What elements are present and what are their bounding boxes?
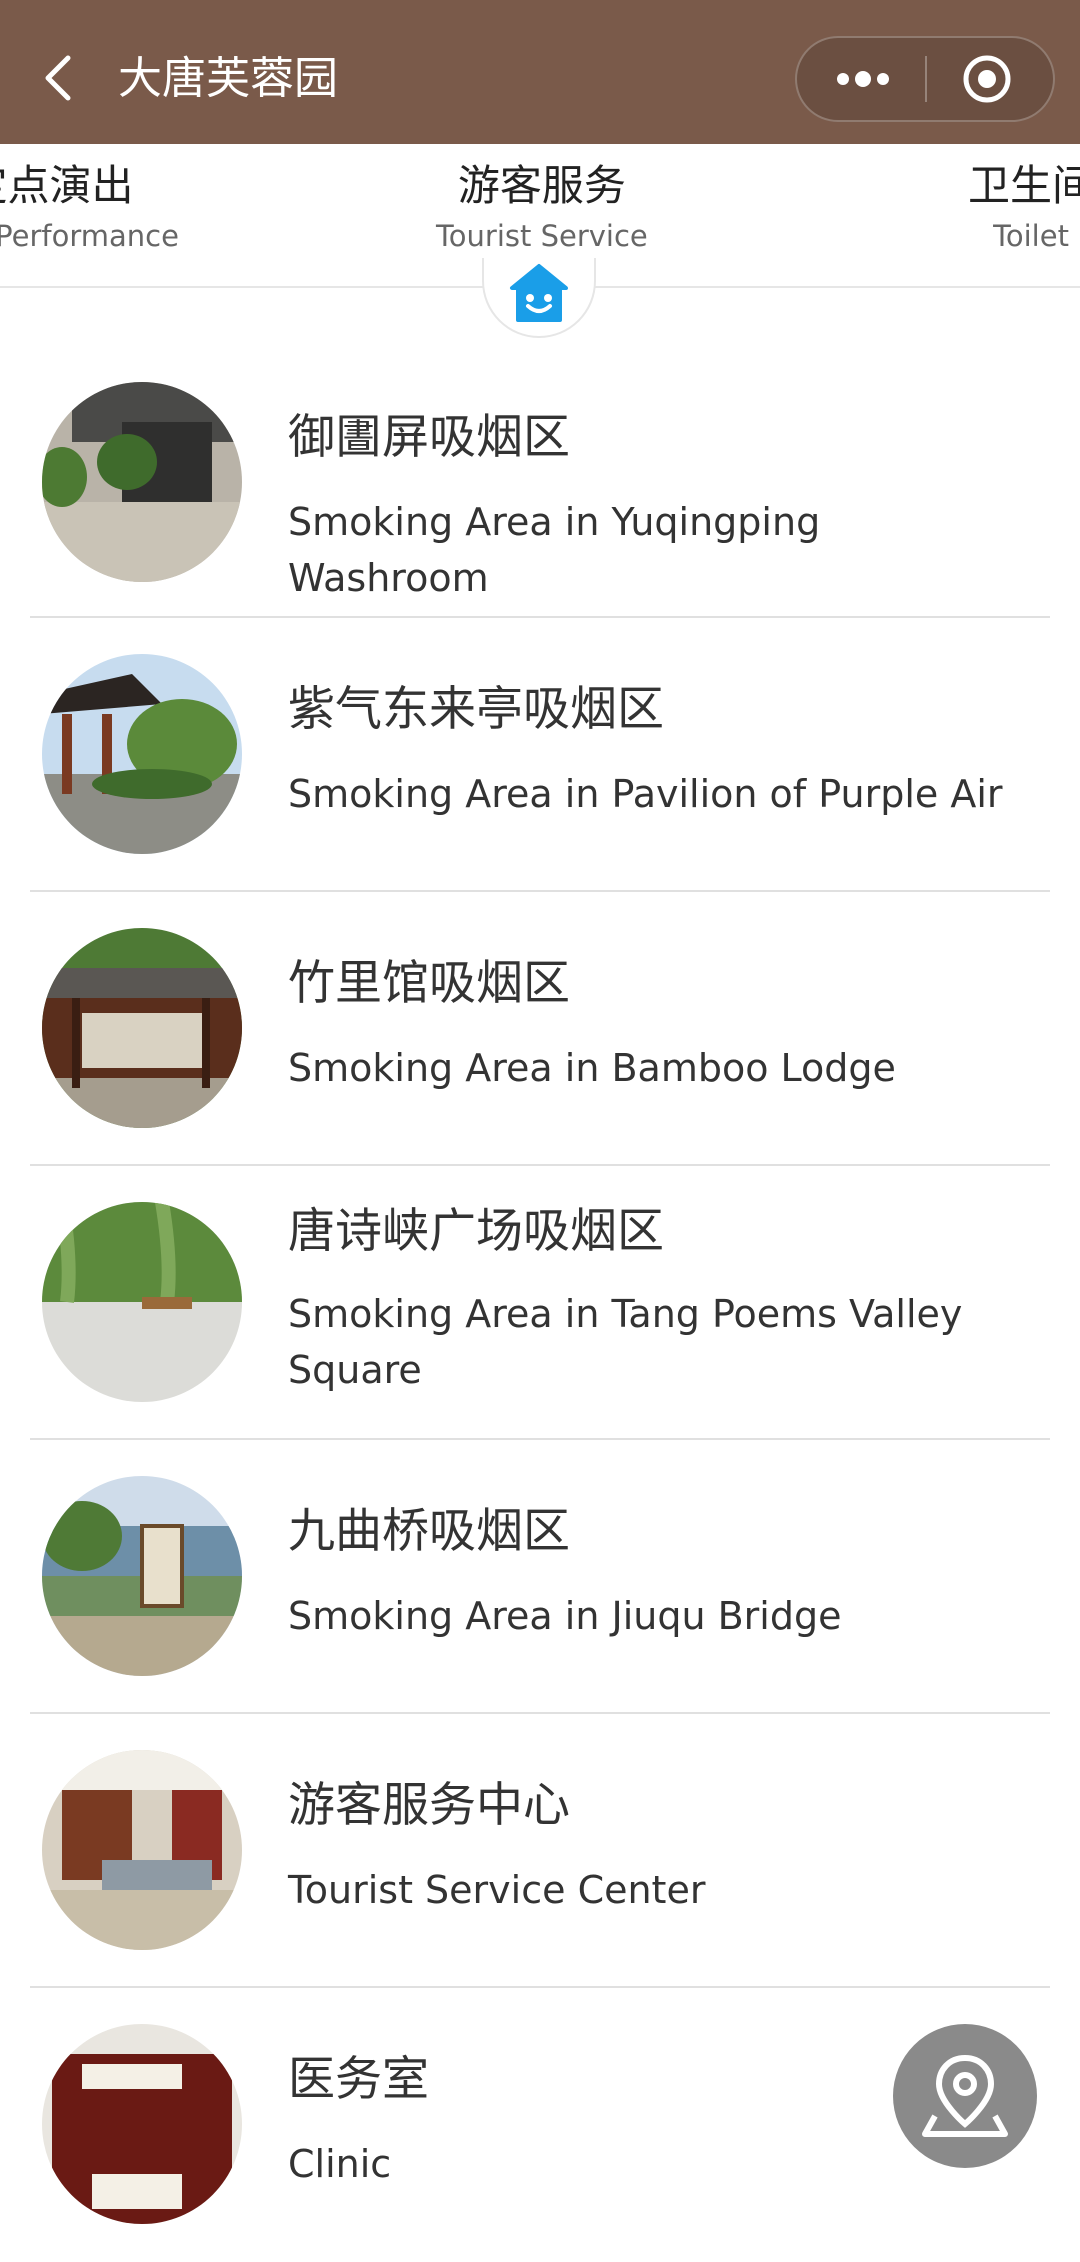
item-name-en: Smoking Area in Pavilion of Purple Air [288, 772, 1003, 816]
tab-spot-performance[interactable]: 定点演出 Spot Performance [0, 158, 179, 258]
list-item[interactable]: 御圕屏吸烟区 Smoking Area in Yuqingping Washro… [30, 300, 1050, 618]
target-circle-icon [963, 55, 1011, 103]
list-item[interactable]: 紫气东来亭吸烟区 Smoking Area in Pavilion of Pur… [30, 618, 1050, 892]
item-name-zh: 医务室 [288, 2052, 429, 2107]
tab-label-en: Tourist Service [436, 219, 648, 253]
item-name-en: Tourist Service Center [288, 1868, 706, 1912]
tab-toilet[interactable]: 卫生间 Toilet [968, 158, 1080, 258]
list-item[interactable]: 唐诗峡广场吸烟区 Smoking Area in Tang Poems Vall… [30, 1166, 1050, 1440]
item-name-zh: 唐诗峡广场吸烟区 [288, 1204, 664, 1259]
item-name-zh: 游客服务中心 [288, 1778, 570, 1833]
location-pin-icon [922, 2054, 1008, 2137]
item-name-zh: 紫气东来亭吸烟区 [288, 682, 664, 737]
item-thumbnail [42, 1476, 242, 1676]
item-name-en: Smoking Area in Yuqingping Washroom [288, 500, 821, 600]
list-item[interactable]: 游客服务中心 Tourist Service Center [30, 1714, 1050, 1988]
list-item[interactable]: 九曲桥吸烟区 Smoking Area in Jiuqu Bridge [30, 1440, 1050, 1714]
item-name-en: Smoking Area in Jiuqu Bridge [288, 1594, 842, 1638]
item-name-en: Smoking Area in Bamboo Lodge [288, 1046, 896, 1090]
item-thumbnail [42, 2024, 242, 2224]
close-button[interactable] [927, 38, 1055, 120]
mini-program-capsule [795, 36, 1055, 122]
item-thumbnail [42, 382, 242, 582]
page-title: 大唐芙蓉园 [118, 53, 338, 104]
chevron-left-icon [45, 55, 71, 101]
item-name-zh: 竹里馆吸烟区 [288, 956, 570, 1011]
tab-tourist-service[interactable]: 游客服务 Tourist Service [436, 158, 648, 258]
tab-label-zh: 定点演出 [0, 161, 134, 210]
more-button[interactable] [797, 38, 925, 120]
tab-label-zh: 游客服务 [457, 161, 626, 210]
list-item[interactable]: 竹里馆吸烟区 Smoking Area in Bamboo Lodge [30, 892, 1050, 1166]
nav-bar: 大唐芙蓉园 [0, 0, 1080, 144]
item-name-en: Smoking Area in Tang Poems Valley Square [288, 1292, 963, 1392]
item-thumbnail [42, 928, 242, 1128]
item-thumbnail [42, 1750, 242, 1950]
map-location-button[interactable] [893, 2024, 1037, 2168]
tab-label-en: Spot Performance [0, 219, 179, 253]
tab-label-en: Toilet [993, 219, 1069, 253]
item-thumbnail [42, 1202, 242, 1402]
back-button[interactable] [38, 50, 78, 106]
item-name-zh: 御圕屏吸烟区 [288, 410, 570, 465]
item-name-zh: 九曲桥吸烟区 [288, 1504, 570, 1559]
more-dots-icon [837, 71, 889, 87]
tab-label-zh: 卫生间 [968, 161, 1080, 210]
item-thumbnail [42, 654, 242, 854]
